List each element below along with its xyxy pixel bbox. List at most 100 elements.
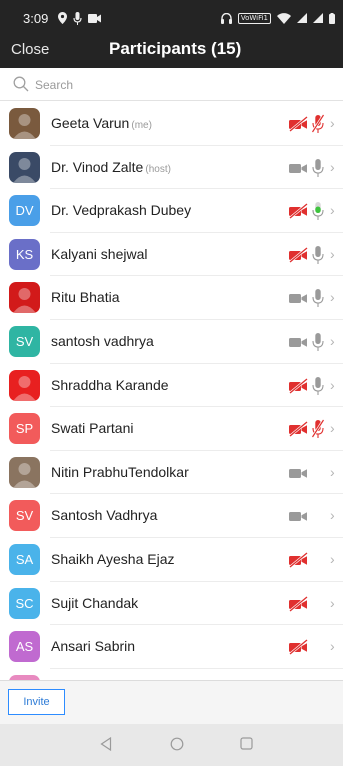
back-icon[interactable] bbox=[100, 737, 112, 751]
participant-name-text: Santosh Vadhrya bbox=[51, 507, 158, 524]
mic-on-icon bbox=[312, 288, 324, 308]
chevron-right-icon: › bbox=[330, 376, 335, 393]
participant-name-text: Dr. Vinod Zalte bbox=[51, 158, 144, 175]
video-off-icon bbox=[288, 377, 309, 394]
participant-row[interactable]: Geeta Varun (me) › bbox=[0, 102, 343, 146]
video-on-icon bbox=[288, 160, 309, 176]
mic-on-icon bbox=[312, 376, 324, 396]
avatar-initials: SP bbox=[9, 413, 40, 445]
invite-button[interactable]: Invite bbox=[8, 689, 65, 715]
mic-speaking-icon bbox=[312, 201, 324, 221]
wifi-icon bbox=[277, 12, 291, 24]
avatar-photo bbox=[9, 369, 40, 401]
video-off-icon bbox=[288, 595, 309, 612]
video-off-icon bbox=[288, 203, 309, 220]
participant-list: Geeta Varun (me) › Dr. Vinod Zalte (host) › DV… bbox=[0, 102, 343, 680]
vowifi-badge: VoWiFi1 bbox=[237, 12, 271, 24]
participant-name-text: Dr. Vedprakash Dubey bbox=[51, 202, 192, 219]
participant-row[interactable]: SA Shaikh Ayesha Ejaz › bbox=[0, 538, 343, 582]
participant-name-text: Geeta Varun bbox=[51, 115, 130, 131]
participant-name: Kalyani shejwal bbox=[51, 246, 148, 262]
video-on-icon bbox=[288, 290, 309, 306]
avatar-initials: SV bbox=[9, 500, 40, 532]
chevron-right-icon: › bbox=[330, 507, 335, 524]
mic-muted-icon bbox=[311, 419, 325, 439]
participant-name: Dr. Vedprakash Dubey bbox=[51, 202, 191, 218]
participant-name: Geeta Varun (me) bbox=[51, 115, 152, 131]
search-input[interactable] bbox=[35, 75, 325, 95]
participant-name: Sujit Chandak bbox=[51, 595, 138, 611]
participant-row[interactable]: › bbox=[0, 669, 343, 680]
video-on-icon bbox=[288, 508, 309, 524]
participant-row[interactable]: Ritu Bhatia › bbox=[0, 276, 343, 320]
participant-name-text: Ritu Bhatia bbox=[51, 289, 120, 306]
search-bar bbox=[0, 68, 343, 101]
chevron-right-icon: › bbox=[330, 550, 335, 567]
mic-on-icon bbox=[312, 158, 324, 178]
status-bar: 3:09 VoWiFi1 bbox=[0, 0, 343, 38]
mic-muted-icon bbox=[311, 114, 325, 134]
avatar-photo bbox=[9, 282, 40, 314]
chevron-right-icon: › bbox=[330, 420, 335, 437]
avatar-initials: KS bbox=[9, 238, 40, 270]
participant-name: santosh vadhrya bbox=[51, 333, 154, 349]
chevron-right-icon: › bbox=[330, 332, 335, 349]
participant-name: Shaikh Ayesha Ejaz bbox=[51, 551, 175, 567]
participant-name: Nitin PrabhuTendolkar bbox=[51, 464, 189, 480]
video-off-icon bbox=[288, 551, 309, 568]
participant-row[interactable]: Shraddha Karande › bbox=[0, 364, 343, 408]
avatar-initials: SC bbox=[9, 587, 40, 619]
top-bar: 3:09 VoWiFi1 Close Participants (15) bbox=[0, 0, 343, 68]
participant-name-text: Kalyani shejwal bbox=[51, 245, 148, 262]
participant-row[interactable]: DV Dr. Vedprakash Dubey › bbox=[0, 189, 343, 233]
participant-row[interactable]: SP Swati Partani › bbox=[0, 407, 343, 451]
mic-on-icon bbox=[312, 332, 324, 352]
participant-name: Swati Partani bbox=[51, 420, 133, 436]
participant-name: Santosh Vadhrya bbox=[51, 507, 157, 523]
avatar-photo bbox=[9, 456, 40, 488]
video-status-icon bbox=[88, 13, 101, 23]
close-button[interactable]: Close bbox=[11, 41, 49, 58]
participant-name-text: santosh vadhrya bbox=[51, 332, 154, 349]
participant-row[interactable]: SC Sujit Chandak › bbox=[0, 582, 343, 626]
home-icon[interactable] bbox=[170, 737, 184, 751]
mic-on-icon bbox=[312, 245, 324, 265]
participant-name: Ansari Sabrin bbox=[51, 638, 135, 654]
avatar-initials: DV bbox=[9, 195, 40, 227]
participant-name: Dr. Vinod Zalte (host) bbox=[51, 159, 171, 175]
recents-icon[interactable] bbox=[240, 737, 253, 750]
mic-status-icon bbox=[73, 11, 82, 25]
participant-role: (host) bbox=[145, 163, 171, 175]
video-on-icon bbox=[288, 465, 309, 481]
participant-name-text: Swati Partani bbox=[51, 420, 134, 437]
header: Close Participants (15) bbox=[0, 38, 343, 66]
participant-name: Ritu Bhatia bbox=[51, 289, 119, 305]
signal-icon bbox=[297, 13, 307, 23]
location-icon bbox=[58, 12, 67, 24]
participant-row[interactable]: SV Santosh Vadhrya › bbox=[0, 494, 343, 538]
chevron-right-icon: › bbox=[330, 638, 335, 655]
participant-row[interactable]: Dr. Vinod Zalte (host) › bbox=[0, 146, 343, 190]
search-icon bbox=[13, 76, 29, 92]
participant-name-text: Shraddha Karande bbox=[51, 376, 169, 393]
participant-name-text: Nitin PrabhuTendolkar bbox=[51, 463, 189, 480]
avatar-photo bbox=[9, 108, 40, 139]
participant-row[interactable]: SV santosh vadhrya › bbox=[0, 320, 343, 364]
avatar-photo bbox=[9, 151, 40, 183]
participant-name: Shraddha Karande bbox=[51, 377, 169, 393]
participant-row[interactable]: KS Kalyani shejwal › bbox=[0, 233, 343, 277]
avatar-initials: SA bbox=[9, 543, 40, 575]
video-off-icon bbox=[288, 115, 309, 133]
participant-row[interactable]: Nitin PrabhuTendolkar › bbox=[0, 451, 343, 495]
avatar-initials: AS bbox=[9, 631, 40, 663]
participant-name-text: Ansari Sabrin bbox=[51, 638, 136, 655]
video-off-icon bbox=[288, 421, 309, 438]
participant-name-text: Shaikh Ayesha Ejaz bbox=[51, 550, 175, 567]
bottom-bar: Invite bbox=[0, 680, 343, 724]
chevron-right-icon: › bbox=[330, 202, 335, 219]
participant-row[interactable]: AS Ansari Sabrin › bbox=[0, 625, 343, 669]
video-off-icon bbox=[288, 246, 309, 263]
video-off-icon bbox=[288, 639, 309, 656]
status-time: 3:09 bbox=[23, 11, 49, 26]
chevron-right-icon: › bbox=[330, 463, 335, 480]
